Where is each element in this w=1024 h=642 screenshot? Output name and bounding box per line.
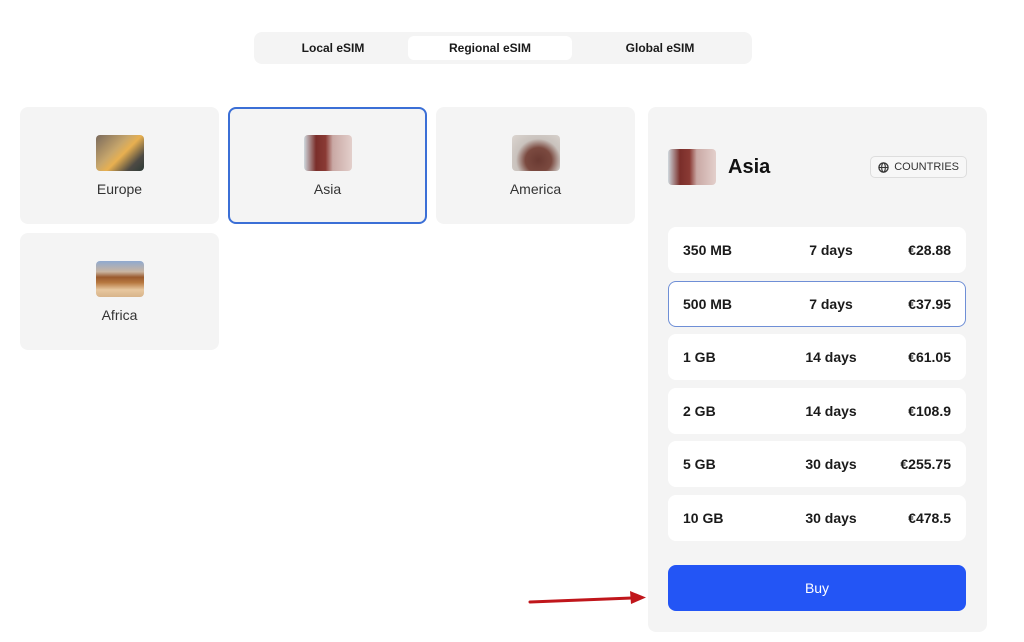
plan-data: 500 MB bbox=[683, 295, 733, 312]
plan-option[interactable]: 1 GB 14 days €61.05 bbox=[668, 334, 966, 380]
plan-price: €28.88 bbox=[908, 242, 951, 258]
plan-option[interactable]: 350 MB 7 days €28.88 bbox=[668, 227, 966, 273]
plan-option[interactable]: 10 GB 30 days €478.5 bbox=[668, 494, 966, 541]
region-card-asia[interactable]: Asia bbox=[228, 107, 427, 224]
tab-global-esim[interactable]: Global eSIM bbox=[572, 36, 748, 60]
plan-data: 1 GB bbox=[683, 349, 716, 365]
plan-price: €37.95 bbox=[908, 295, 951, 312]
region-name: America bbox=[509, 180, 562, 197]
countries-label: COUNTRIES bbox=[894, 161, 959, 173]
plan-price: €478.5 bbox=[908, 509, 951, 526]
countries-button[interactable]: COUNTRIES bbox=[870, 156, 967, 178]
region-card-america[interactable]: America bbox=[436, 107, 635, 224]
tab-local-esim[interactable]: Local eSIM bbox=[258, 36, 408, 60]
america-thumbnail bbox=[511, 134, 560, 171]
plan-days: 14 days bbox=[805, 402, 857, 419]
region-name: Asia bbox=[313, 180, 342, 197]
globe-icon bbox=[878, 161, 889, 173]
plan-panel: Asia COUNTRIES 350 MB 7 days €28.88 500 … bbox=[648, 107, 987, 632]
region-name: Africa bbox=[101, 306, 138, 323]
asia-thumbnail bbox=[303, 134, 352, 171]
panel-title: Asia bbox=[728, 155, 771, 178]
annotation-arrow-icon bbox=[528, 591, 646, 604]
plan-price: €108.9 bbox=[908, 402, 951, 419]
europe-thumbnail bbox=[95, 134, 144, 171]
plan-days: 30 days bbox=[805, 456, 857, 472]
plan-option[interactable]: 2 GB 14 days €108.9 bbox=[668, 387, 966, 434]
plan-days: 7 days bbox=[809, 242, 853, 258]
tab-regional-esim[interactable]: Regional eSIM bbox=[408, 36, 572, 60]
buy-button[interactable]: Buy bbox=[668, 565, 966, 611]
region-name: Europe bbox=[96, 180, 143, 197]
plan-days: 30 days bbox=[805, 509, 857, 526]
region-card-europe[interactable]: Europe bbox=[20, 107, 219, 224]
plan-data: 2 GB bbox=[683, 402, 716, 419]
region-card-africa[interactable]: Africa bbox=[20, 233, 219, 350]
asia-thumbnail bbox=[668, 149, 716, 185]
plan-price: €255.75 bbox=[900, 456, 951, 472]
plan-price: €61.05 bbox=[908, 349, 951, 365]
plan-option[interactable]: 500 MB 7 days €37.95 bbox=[668, 280, 966, 327]
plan-data: 5 GB bbox=[683, 456, 716, 472]
panel-header: Asia COUNTRIES bbox=[668, 149, 967, 185]
plan-option[interactable]: 5 GB 30 days €255.75 bbox=[668, 441, 966, 487]
africa-thumbnail bbox=[95, 260, 144, 297]
plan-data: 350 MB bbox=[683, 242, 733, 258]
esim-type-tabs: Local eSIM Regional eSIM Global eSIM bbox=[254, 32, 752, 64]
plan-days: 7 days bbox=[809, 295, 853, 312]
plan-data: 10 GB bbox=[683, 509, 724, 526]
plan-days: 14 days bbox=[805, 349, 857, 365]
plan-list: 350 MB 7 days €28.88 500 MB 7 days €37.9… bbox=[668, 227, 966, 548]
